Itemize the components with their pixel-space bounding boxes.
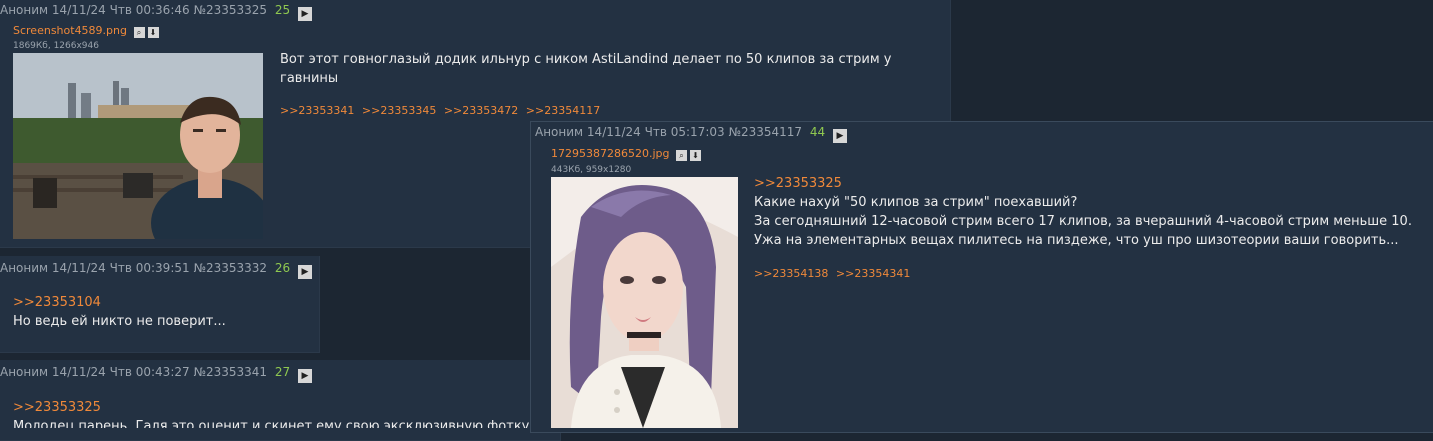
post-header: Аноним 14/11/24 Чтв 00:36:46 №23353325 2… (0, 3, 312, 21)
reply-link[interactable]: >>23354138 (754, 267, 828, 280)
post-message-line: За сегодняшний 12-часовой стрим всего 17… (754, 214, 1412, 229)
reply-link[interactable]: >>23354117 (526, 104, 600, 117)
file-meta: 443Кб, 959x1280 (551, 165, 632, 175)
post-header: Аноним 14/11/24 Чтв 05:17:03 №23354117 4… (535, 125, 847, 143)
post-header: Аноним 14/11/24 Чтв 00:43:27 №23353341 2… (0, 365, 312, 383)
post-body: >>23353325 Молодец парень. Галя это оцен… (13, 398, 533, 428)
quote-link[interactable]: >>23353325 (754, 174, 1424, 193)
search-icon[interactable]: ⌕ (676, 150, 687, 161)
post-body: >>23353325 Какие нахуй "50 клипов за стр… (754, 174, 1424, 250)
post-replies: >>23354138 >>23354341 (754, 267, 914, 280)
post-count: 27 (274, 365, 291, 379)
quote-link[interactable]: >>23353104 (13, 293, 313, 312)
file-info: Screenshot4589.png ⌕ ⬇ (13, 24, 159, 38)
post-body: >>23353104 Но ведь ей никто не поверит..… (13, 293, 313, 331)
file-info: 17295387286520.jpg ⌕ ⬇ (551, 147, 701, 161)
post-count: 44 (809, 125, 826, 139)
play-icon[interactable]: ▶ (297, 265, 312, 279)
photo-girl-portrait (551, 177, 738, 428)
post-number[interactable]: №23354117 (728, 125, 802, 139)
post-date: 14/11/24 Чтв 00:39:51 (51, 261, 190, 275)
file-name-link[interactable]: Screenshot4589.png (13, 24, 127, 37)
play-icon[interactable]: ▶ (832, 129, 847, 143)
post-author: Аноним (0, 261, 49, 275)
post-author: Аноним (535, 125, 584, 139)
post-author: Аноним (0, 365, 49, 379)
post-count: 25 (274, 3, 291, 17)
post-message-line: Ужа на элементарных вещах пилитесь на пи… (754, 233, 1399, 248)
play-icon[interactable]: ▶ (297, 369, 312, 383)
post-message: Молодец парень. Галя это оценит и скинет… (13, 419, 530, 428)
post-count: 26 (274, 261, 291, 275)
post-author: Аноним (0, 3, 49, 17)
post-header: Аноним 14/11/24 Чтв 00:39:51 №23353332 2… (0, 261, 312, 279)
play-icon[interactable]: ▶ (297, 7, 312, 21)
download-icon[interactable]: ⬇ (690, 150, 701, 161)
post-replies: >>23353341 >>23353345 >>23353472 >>23354… (280, 104, 604, 117)
reply-link[interactable]: >>23353345 (362, 104, 436, 117)
post-message-line: Какие нахуй "50 клипов за стрим" поехавш… (754, 195, 1078, 210)
post-date: 14/11/24 Чтв 00:36:46 (51, 3, 190, 17)
post-number[interactable]: №23353332 (193, 261, 267, 275)
post-image-thumbnail[interactable] (551, 177, 738, 428)
download-icon[interactable]: ⬇ (147, 27, 159, 38)
post-date: 14/11/24 Чтв 05:17:03 (586, 125, 725, 139)
photo-outdoor-man (13, 53, 263, 239)
reply-link[interactable]: >>23353472 (444, 104, 518, 117)
quote-link[interactable]: >>23353325 (13, 398, 533, 417)
post-message: Но ведь ей никто не поверит... (13, 314, 226, 329)
post-message: Вот этот говноглазый додик ильнур с нико… (280, 52, 892, 86)
reply-link[interactable]: >>23353341 (280, 104, 354, 117)
post-number[interactable]: №23353341 (193, 365, 267, 379)
post-image-thumbnail[interactable] (13, 53, 263, 239)
file-name-link[interactable]: 17295387286520.jpg (551, 147, 670, 160)
search-icon[interactable]: ⌕ (133, 27, 145, 38)
reply-link[interactable]: >>23354341 (836, 267, 910, 280)
post-date: 14/11/24 Чтв 00:43:27 (51, 365, 190, 379)
post-number[interactable]: №23353325 (193, 3, 267, 17)
file-meta: 1869Кб, 1266x946 (13, 41, 99, 51)
